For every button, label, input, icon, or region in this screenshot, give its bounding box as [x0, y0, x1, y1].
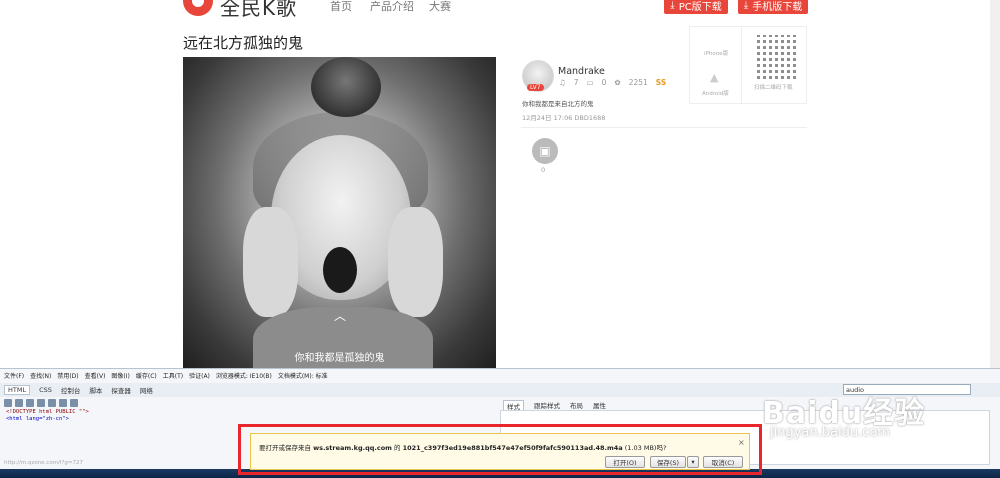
tab-network[interactable]: 网络	[140, 385, 153, 395]
app-download-panel: iPhone版 ▲ Android版 扫描二维码下载	[689, 26, 807, 104]
menu-images[interactable]: 图像(I)	[111, 371, 129, 380]
word-wrap-icon[interactable]	[70, 399, 78, 407]
comment-icon: ▭	[586, 78, 594, 87]
lyric-caption: 你和我都是孤独的鬼	[294, 353, 385, 364]
menu-validate[interactable]: 验证(A)	[189, 371, 210, 380]
menu-find[interactable]: 查找(N)	[30, 371, 51, 380]
dom-node-html[interactable]: <html lang="zh-cn">	[6, 416, 89, 423]
user-stats: ♫ 7 ▭ 0 ✿ 2251 SS	[559, 78, 666, 87]
listen-count: 7	[573, 78, 579, 87]
clear-icon[interactable]	[15, 399, 23, 407]
logo-text[interactable]: 全民K歌	[220, 0, 297, 21]
dom-node-doctype[interactable]: <!DOCTYPE html PUBLIC "">	[6, 409, 89, 416]
gift-icon[interactable]: ▣	[532, 138, 558, 164]
nav-product[interactable]: 产品介绍	[370, 0, 414, 14]
android-label[interactable]: Android版	[702, 89, 729, 97]
divider	[521, 127, 807, 128]
nav-home[interactable]: 首页	[330, 0, 352, 14]
pc-download-button[interactable]: ⤓ PC版下载	[664, 0, 728, 14]
download-icon: ⤓	[743, 0, 749, 11]
mobile-download-label: 手机版下载	[752, 1, 803, 13]
chevron-up-icon[interactable]: ︿	[334, 307, 346, 324]
qr-code	[754, 35, 798, 79]
flower-count: 2251	[628, 78, 648, 87]
flower-icon: ✿	[614, 78, 621, 87]
song-cover-image[interactable]: ︿ 你和我都是孤独的鬼	[183, 57, 496, 370]
highlight-box	[238, 424, 762, 475]
tab-css[interactable]: CSS	[39, 386, 52, 394]
tab-script[interactable]: 脚本	[89, 385, 102, 395]
menu-view[interactable]: 查看(V)	[85, 371, 106, 380]
dom-tree: <!DOCTYPE html PUBLIC ""> <html lang="zh…	[6, 409, 89, 423]
save-icon[interactable]	[26, 399, 34, 407]
tab-profiler[interactable]: 探查器	[111, 385, 131, 395]
devtools-menubar: 文件(F) 查找(N) 禁用(D) 查看(V) 图像(I) 缓存(C) 工具(T…	[0, 369, 1000, 381]
menu-tools[interactable]: 工具(T)	[163, 371, 183, 380]
comment-count: 0	[601, 78, 607, 87]
post-meta: 12月24日 17:06 DBD1688	[522, 114, 606, 122]
status-url: http://m.qzone.com/l?g=727	[4, 460, 83, 466]
android-icon[interactable]: ▲	[710, 71, 718, 84]
menu-cache[interactable]: 缓存(C)	[136, 371, 157, 380]
logo-icon[interactable]	[183, 0, 213, 16]
mobile-download-button[interactable]: ⤓ 手机版下载	[738, 0, 808, 14]
tab-console[interactable]: 控制台	[61, 385, 81, 395]
menu-browser-mode[interactable]: 浏览器模式: IE10(B)	[216, 371, 272, 380]
select-element-icon[interactable]	[4, 399, 12, 407]
user-name[interactable]: Mandrake	[558, 66, 605, 77]
song-title: 远在北方孤独的鬼	[183, 34, 304, 52]
page-scrollbar[interactable]	[990, 0, 1000, 368]
headphones-icon: ♫	[559, 78, 566, 87]
refresh-icon[interactable]	[37, 399, 45, 407]
level-badge: LV7	[527, 84, 544, 91]
user-description: 你和我都是来自北方的鬼	[522, 100, 594, 108]
edit-icon[interactable]	[59, 399, 67, 407]
pc-download-label: PC版下载	[678, 1, 722, 13]
qr-label: 扫描二维码下载	[754, 85, 793, 91]
menu-disable[interactable]: 禁用(D)	[57, 371, 78, 380]
download-icon: ⤓	[670, 0, 675, 11]
iphone-label[interactable]: iPhone版	[704, 49, 728, 57]
devtools-toolbar	[4, 399, 78, 407]
tab-html[interactable]: HTML	[4, 385, 31, 395]
rank-badge: SS	[655, 78, 667, 87]
nav-contest[interactable]: 大赛	[429, 0, 451, 14]
outline-icon[interactable]	[48, 399, 56, 407]
menu-file[interactable]: 文件(F)	[4, 371, 24, 380]
watermark-url: jingyan.baidu.com	[770, 425, 890, 440]
menu-document-mode[interactable]: 文档模式(M): 标准	[278, 371, 328, 380]
gift-count: 0	[541, 166, 546, 174]
